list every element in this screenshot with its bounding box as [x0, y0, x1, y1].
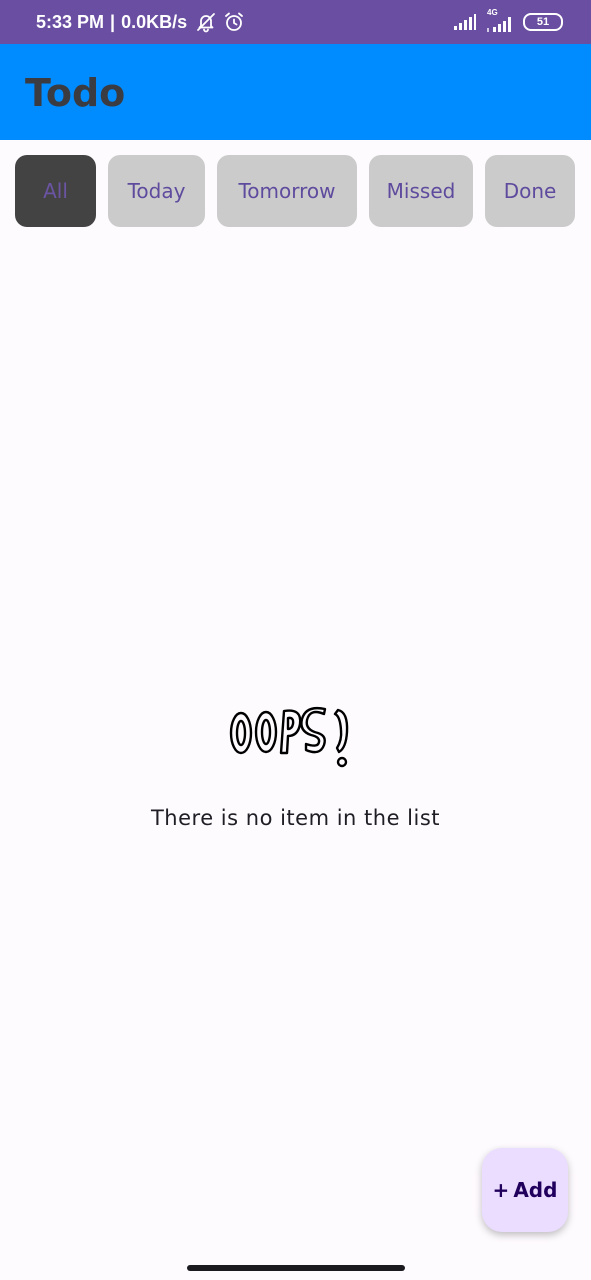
status-speed: 0.0KB/s	[121, 11, 188, 32]
add-button-label: Add	[513, 1178, 558, 1202]
tab-done[interactable]: Done	[485, 155, 575, 227]
tab-tomorrow[interactable]: Tomorrow	[217, 155, 357, 227]
app-bar: Todo	[0, 44, 591, 140]
tab-label: Today	[127, 179, 186, 203]
battery-level: 51	[536, 16, 550, 28]
4g-signal-icon: 4G	[485, 8, 515, 32]
tab-label: Tomorrow	[238, 179, 336, 203]
plus-icon: +	[492, 1178, 510, 1202]
tab-missed[interactable]: Missed	[369, 155, 473, 227]
empty-message: There is no item in the list	[150, 806, 441, 830]
signal-icon	[453, 13, 477, 31]
status-bar: 5:33 PM | 0.0KB/s 4G 51	[0, 0, 591, 44]
status-separator: |	[110, 11, 116, 32]
tab-label: All	[43, 179, 68, 203]
home-indicator[interactable]	[187, 1265, 405, 1271]
oops-illustration	[226, 702, 366, 768]
status-time: 5:33 PM	[36, 11, 105, 32]
tab-label: Done	[503, 179, 557, 203]
add-button[interactable]: + Add	[482, 1148, 568, 1232]
status-left: 5:33 PM | 0.0KB/s	[36, 10, 245, 34]
battery-icon: 51	[523, 13, 563, 31]
tab-label: Missed	[386, 179, 456, 203]
status-right: 4G 51	[453, 8, 563, 34]
tab-today[interactable]: Today	[108, 155, 205, 227]
mute-bell-icon	[195, 11, 217, 33]
filter-tabs: All Today Tomorrow Missed Done	[0, 155, 591, 228]
tab-all[interactable]: All	[15, 155, 96, 227]
alarm-icon	[223, 11, 245, 33]
page-title: Todo	[25, 71, 126, 115]
